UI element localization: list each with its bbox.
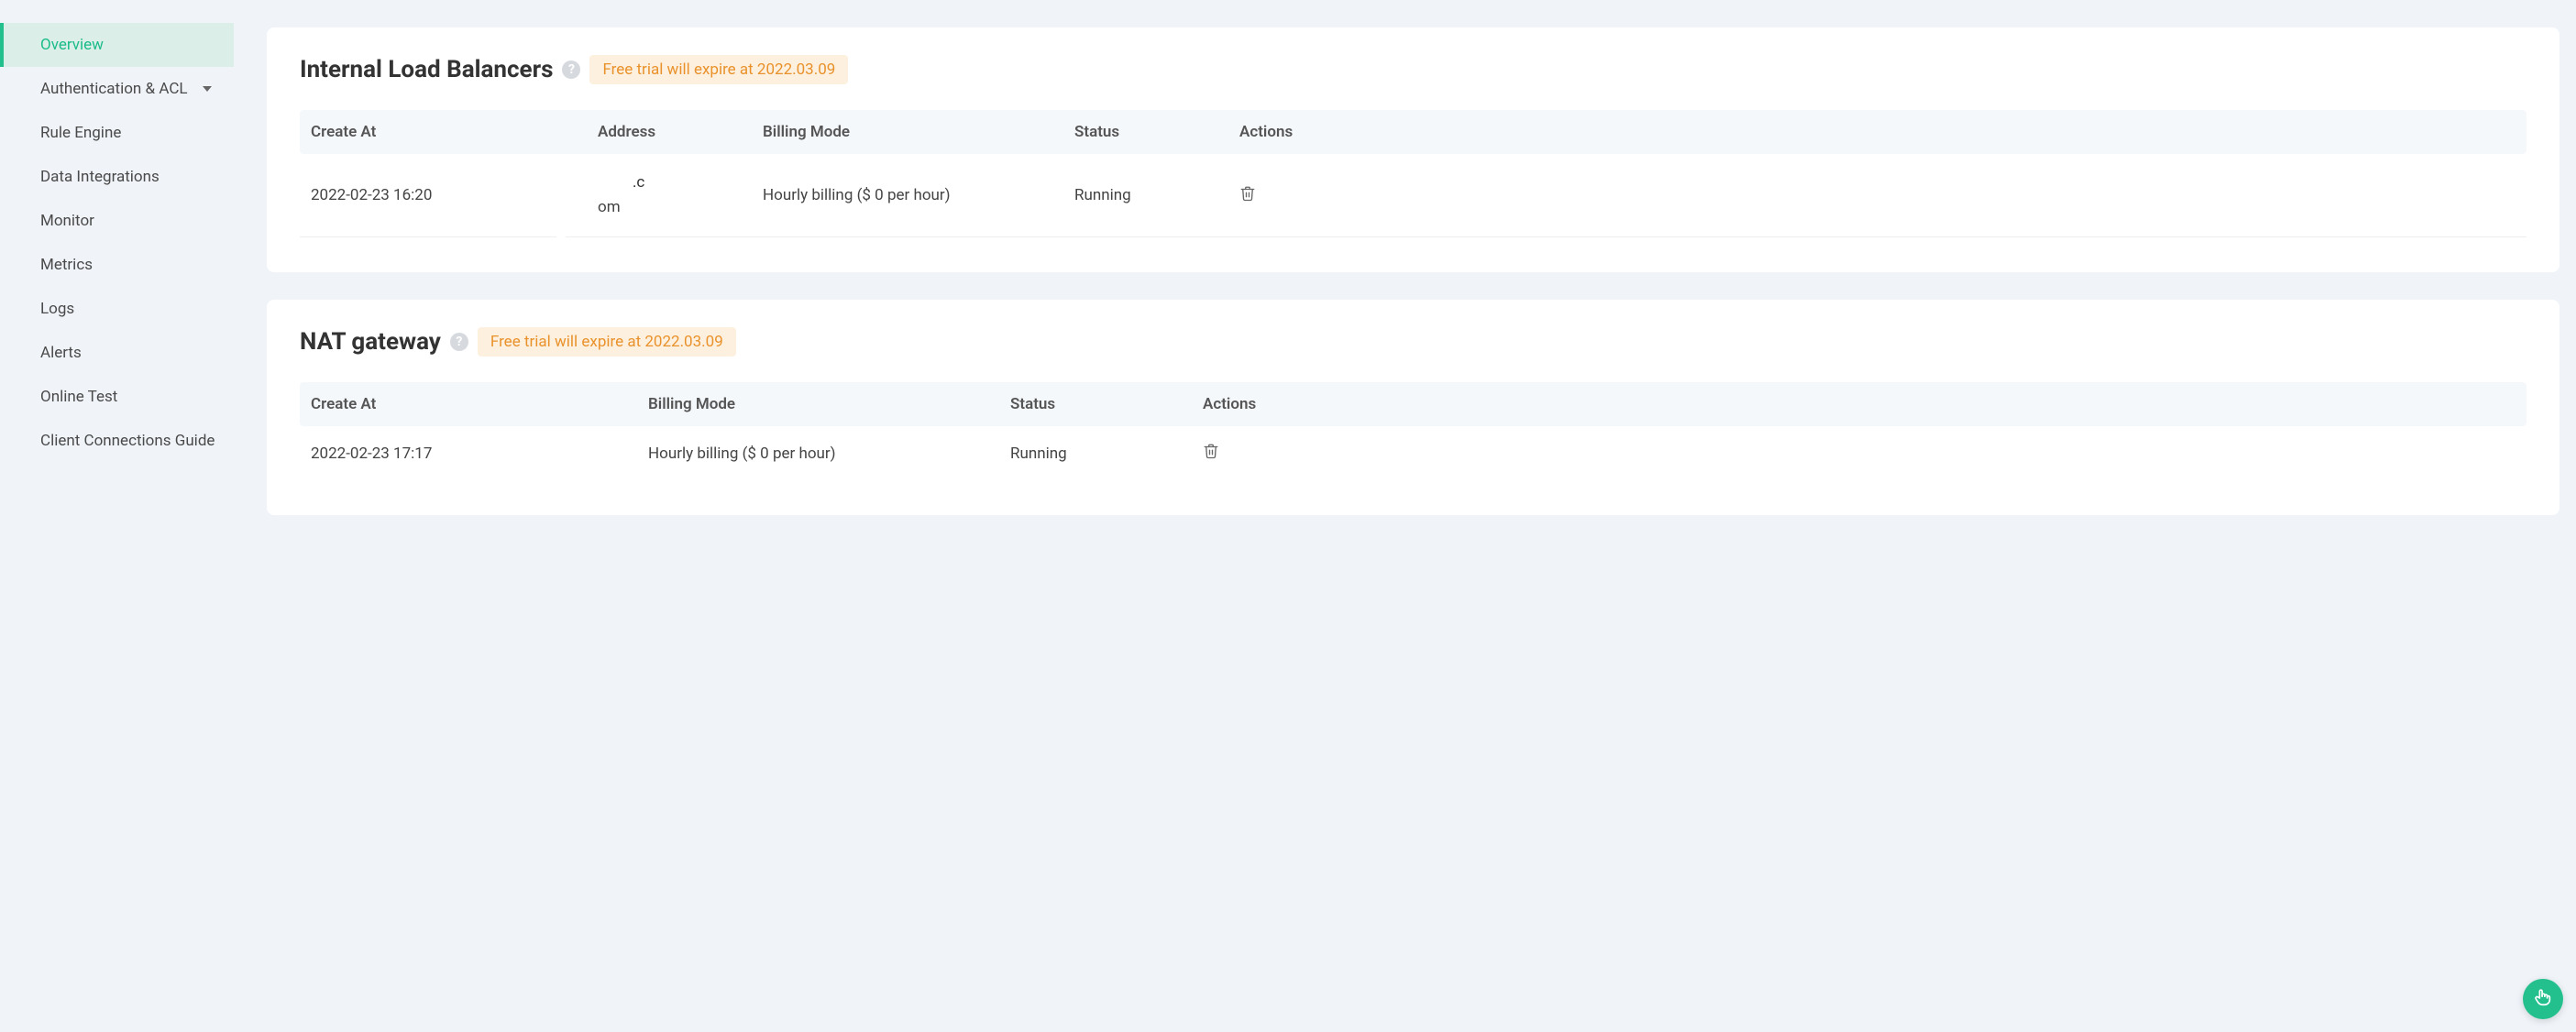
card-header: NAT gateway ? Free trial will expire at … (300, 327, 2526, 357)
help-icon[interactable]: ? (562, 60, 580, 79)
col-actions: Actions (1230, 123, 2526, 141)
sidebar-item-overview[interactable]: Overview (0, 23, 234, 67)
card-title: NAT gateway (300, 328, 441, 356)
trial-expiry-badge: Free trial will expire at 2022.03.09 (589, 55, 848, 84)
table-row: 2022-02-23 17:17 Hourly billing ($ 0 per… (300, 426, 2526, 480)
sidebar-item-monitor[interactable]: Monitor (0, 199, 234, 243)
cell-create-at: 2022-02-23 17:17 (300, 445, 639, 463)
sidebar: Overview Authentication & ACL Rule Engin… (0, 0, 234, 1032)
sidebar-item-logs[interactable]: Logs (0, 287, 234, 331)
pointer-icon (2533, 987, 2553, 1011)
main-content: Internal Load Balancers ? Free trial wil… (234, 0, 2576, 1032)
col-create-at: Create At (300, 123, 589, 141)
help-icon[interactable]: ? (450, 333, 468, 351)
sidebar-item-alerts[interactable]: Alerts (0, 331, 234, 375)
card-internal-load-balancers: Internal Load Balancers ? Free trial wil… (267, 27, 2559, 272)
sidebar-item-label: Authentication & ACL (40, 80, 188, 98)
table-row: 2022-02-23 16:20 .c om Hourly billing ($… (300, 154, 2526, 236)
sidebar-item-online-test[interactable]: Online Test (0, 375, 234, 419)
col-create-at: Create At (300, 395, 639, 413)
sidebar-item-label: Alerts (40, 344, 82, 362)
cell-billing-mode: Hourly billing ($ 0 per hour) (754, 186, 1065, 204)
col-address: Address (589, 123, 754, 141)
sidebar-item-label: Rule Engine (40, 124, 121, 142)
col-billing-mode: Billing Mode (754, 123, 1065, 141)
cell-status: Running (1001, 445, 1194, 463)
col-status: Status (1001, 395, 1194, 413)
sidebar-item-data-integrations[interactable]: Data Integrations (0, 155, 234, 199)
table-header-row: Create At Address Billing Mode Status Ac… (300, 110, 2526, 154)
sidebar-item-label: Metrics (40, 256, 93, 274)
sidebar-item-label: Logs (40, 300, 74, 318)
sidebar-item-rule-engine[interactable]: Rule Engine (0, 111, 234, 155)
trial-expiry-badge: Free trial will expire at 2022.03.09 (478, 327, 736, 357)
sidebar-item-label: Monitor (40, 212, 94, 230)
sidebar-item-label: Online Test (40, 388, 117, 406)
card-title: Internal Load Balancers (300, 56, 553, 83)
delete-icon[interactable] (1239, 185, 1256, 202)
sidebar-item-client-connections-guide[interactable]: Client Connections Guide (0, 419, 234, 463)
sidebar-item-label: Client Connections Guide (40, 432, 215, 450)
sidebar-item-label: Overview (40, 36, 104, 54)
cell-billing-mode: Hourly billing ($ 0 per hour) (639, 445, 1001, 463)
card-nat-gateway: NAT gateway ? Free trial will expire at … (267, 300, 2559, 515)
cell-create-at: 2022-02-23 16:20 (300, 186, 589, 204)
cell-address: .c om (589, 170, 754, 220)
sidebar-item-label: Data Integrations (40, 168, 160, 186)
col-status: Status (1065, 123, 1230, 141)
sidebar-item-metrics[interactable]: Metrics (0, 243, 234, 287)
cell-actions (1194, 443, 2526, 464)
table-header-row: Create At Billing Mode Status Actions (300, 382, 2526, 426)
help-fab[interactable] (2523, 979, 2563, 1019)
chevron-down-icon (203, 86, 212, 92)
delete-icon[interactable] (1203, 443, 1219, 459)
cell-actions (1230, 185, 2526, 206)
sidebar-item-auth-acl[interactable]: Authentication & ACL (0, 67, 234, 111)
cell-status: Running (1065, 186, 1230, 204)
row-divider (300, 236, 2526, 237)
col-actions: Actions (1194, 395, 2526, 413)
card-header: Internal Load Balancers ? Free trial wil… (300, 55, 2526, 84)
col-billing-mode: Billing Mode (639, 395, 1001, 413)
